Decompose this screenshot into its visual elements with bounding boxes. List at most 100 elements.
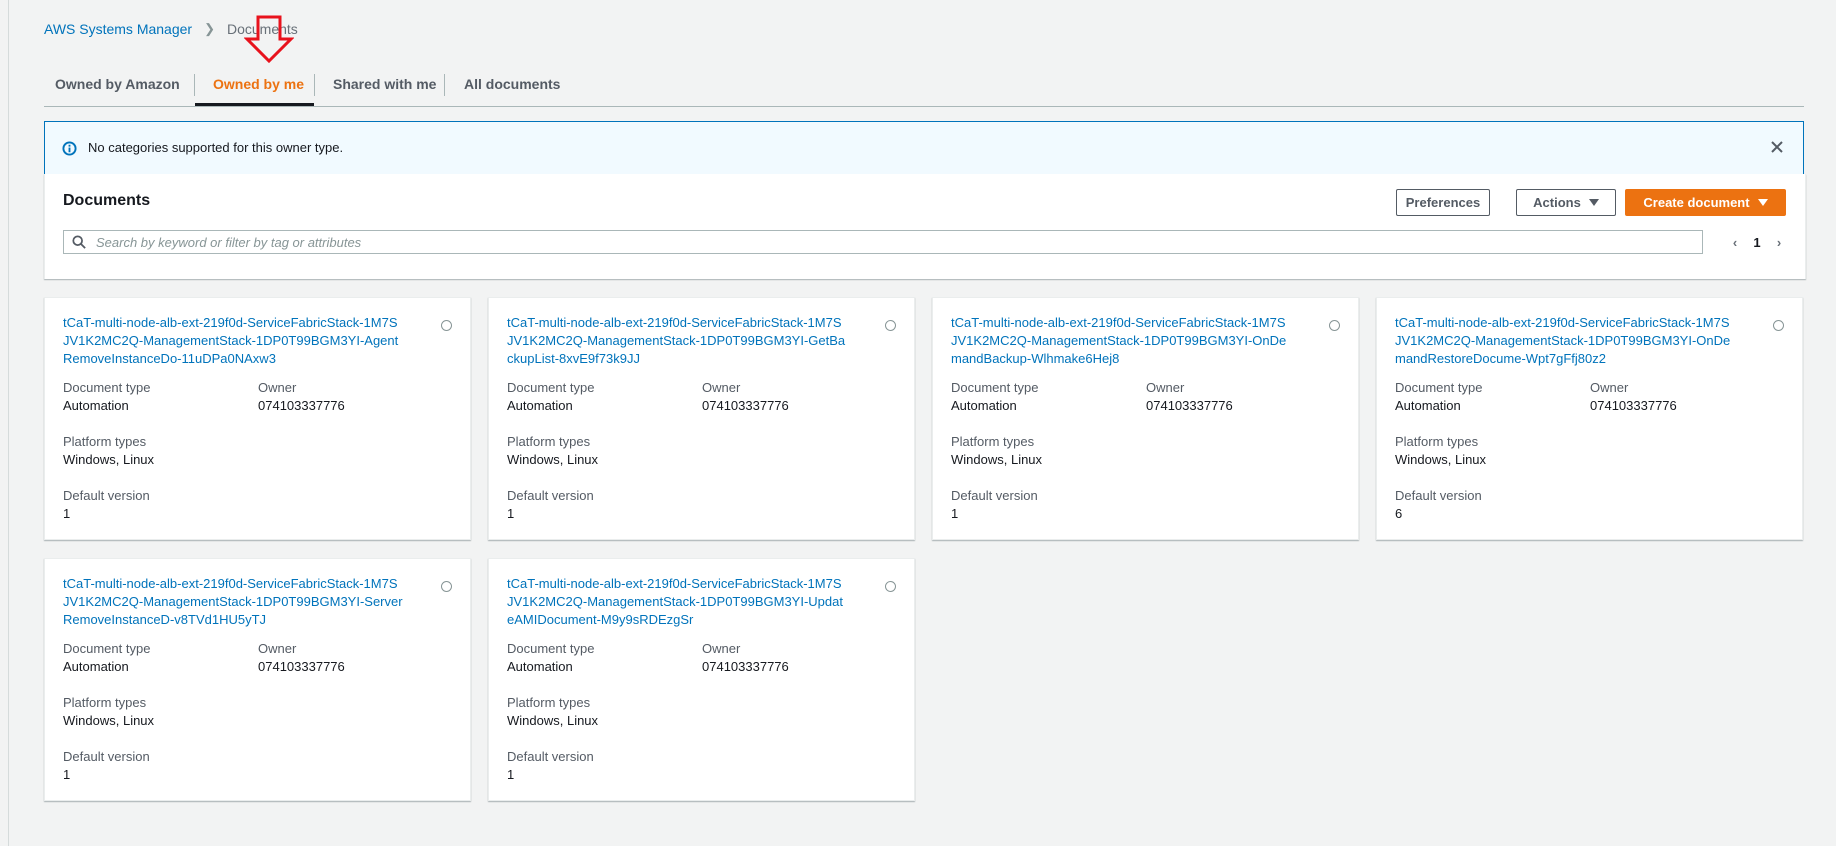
info-alert: No categories supported for this owner t… bbox=[44, 121, 1804, 176]
default-version-value: 1 bbox=[507, 767, 515, 782]
document-card: tCaT-multi-node-alb-ext-219f0d-ServiceFa… bbox=[932, 297, 1359, 540]
platform-types-value: Windows, Linux bbox=[63, 713, 155, 728]
default-version-value: 1 bbox=[63, 506, 71, 521]
info-icon bbox=[62, 141, 77, 156]
default-version-label: Default version bbox=[507, 488, 594, 503]
select-radio[interactable] bbox=[441, 581, 452, 592]
owner-value: 074103337776 bbox=[258, 398, 345, 413]
breadcrumb-separator-icon: ❯ bbox=[204, 21, 215, 36]
document-card: tCaT-multi-node-alb-ext-219f0d-ServiceFa… bbox=[1376, 297, 1803, 540]
platform-types-label: Platform types bbox=[63, 695, 147, 710]
alert-message: No categories supported for this owner t… bbox=[88, 140, 344, 155]
current-page[interactable]: 1 bbox=[1745, 235, 1769, 250]
documents-panel: Documents Preferences Actions Create doc… bbox=[44, 174, 1806, 279]
preferences-label: Preferences bbox=[1405, 195, 1481, 210]
select-radio[interactable] bbox=[441, 320, 452, 331]
platform-types-label: Platform types bbox=[951, 434, 1035, 449]
select-radio[interactable] bbox=[885, 581, 896, 592]
document-link[interactable]: tCaT-multi-node-alb-ext-219f0d-ServiceFa… bbox=[63, 314, 403, 368]
tab-divider bbox=[314, 74, 315, 96]
default-version-label: Default version bbox=[63, 488, 150, 503]
document-type-label: Document type bbox=[951, 380, 1039, 395]
preferences-button[interactable]: Preferences bbox=[1396, 189, 1490, 216]
owner-value: 074103337776 bbox=[1590, 398, 1677, 413]
default-version-value: 1 bbox=[507, 506, 515, 521]
actions-button[interactable]: Actions bbox=[1516, 189, 1616, 216]
document-link[interactable]: tCaT-multi-node-alb-ext-219f0d-ServiceFa… bbox=[507, 314, 847, 368]
owner-label: Owner bbox=[702, 380, 741, 395]
caret-down-icon bbox=[1757, 199, 1768, 206]
create-document-button[interactable]: Create document bbox=[1625, 189, 1786, 216]
panel-title: Documents bbox=[63, 192, 151, 209]
page-content: AWS Systems Manager ❯ Documents Owned by… bbox=[44, 0, 1806, 846]
document-type-value: Automation bbox=[1395, 398, 1461, 413]
breadcrumb-systems-manager[interactable]: AWS Systems Manager bbox=[44, 21, 192, 37]
select-radio[interactable] bbox=[1773, 320, 1784, 331]
tab-shared-with-me[interactable]: Shared with me bbox=[333, 62, 436, 105]
platform-types-value: Windows, Linux bbox=[951, 452, 1043, 467]
owner-label: Owner bbox=[1590, 380, 1629, 395]
platform-types-label: Platform types bbox=[507, 695, 591, 710]
tab-divider bbox=[194, 74, 195, 96]
owner-value: 074103337776 bbox=[702, 398, 789, 413]
default-version-value: 1 bbox=[951, 506, 959, 521]
document-type-label: Document type bbox=[507, 641, 595, 656]
close-icon[interactable] bbox=[1769, 139, 1785, 155]
document-type-label: Document type bbox=[507, 380, 595, 395]
document-type-value: Automation bbox=[63, 659, 129, 674]
select-radio[interactable] bbox=[1329, 320, 1340, 331]
document-link[interactable]: tCaT-multi-node-alb-ext-219f0d-ServiceFa… bbox=[1395, 314, 1735, 368]
document-link[interactable]: tCaT-multi-node-alb-ext-219f0d-ServiceFa… bbox=[951, 314, 1291, 368]
owner-value: 074103337776 bbox=[702, 659, 789, 674]
owner-value: 074103337776 bbox=[258, 659, 345, 674]
platform-types-value: Windows, Linux bbox=[507, 452, 599, 467]
default-version-value: 6 bbox=[1395, 506, 1403, 521]
pagination: ‹ 1 › bbox=[1725, 228, 1789, 256]
platform-types-label: Platform types bbox=[507, 434, 591, 449]
document-card: tCaT-multi-node-alb-ext-219f0d-ServiceFa… bbox=[488, 558, 915, 801]
default-version-label: Default version bbox=[507, 749, 594, 764]
document-type-label: Document type bbox=[63, 641, 151, 656]
create-document-label: Create document bbox=[1643, 195, 1750, 210]
previous-page-icon[interactable]: ‹ bbox=[1725, 235, 1745, 250]
owner-label: Owner bbox=[702, 641, 741, 656]
document-card: tCaT-multi-node-alb-ext-219f0d-ServiceFa… bbox=[488, 297, 915, 540]
platform-types-value: Windows, Linux bbox=[1395, 452, 1487, 467]
tab-all-documents[interactable]: All documents bbox=[464, 62, 560, 105]
tab-owned-by-amazon[interactable]: Owned by Amazon bbox=[55, 62, 180, 105]
next-page-icon[interactable]: › bbox=[1769, 235, 1789, 250]
platform-types-label: Platform types bbox=[1395, 434, 1479, 449]
platform-types-value: Windows, Linux bbox=[63, 452, 155, 467]
document-type-value: Automation bbox=[951, 398, 1017, 413]
search-input[interactable] bbox=[94, 233, 1678, 251]
caret-down-icon bbox=[1588, 199, 1599, 206]
owner-label: Owner bbox=[258, 380, 297, 395]
actions-label: Actions bbox=[1533, 195, 1581, 210]
search-icon bbox=[72, 235, 86, 249]
platform-types-value: Windows, Linux bbox=[507, 713, 599, 728]
tab-owned-by-me[interactable]: Owned by me bbox=[213, 62, 304, 105]
owner-label: Owner bbox=[1146, 380, 1185, 395]
document-type-value: Automation bbox=[63, 398, 129, 413]
document-card: tCaT-multi-node-alb-ext-219f0d-ServiceFa… bbox=[44, 558, 471, 801]
owner-tabs: Owned by Amazon Owned by me Shared with … bbox=[44, 62, 1804, 107]
document-type-label: Document type bbox=[1395, 380, 1483, 395]
owner-label: Owner bbox=[258, 641, 297, 656]
default-version-label: Default version bbox=[1395, 488, 1482, 503]
document-link[interactable]: tCaT-multi-node-alb-ext-219f0d-ServiceFa… bbox=[63, 575, 403, 629]
search-bar bbox=[63, 230, 1703, 254]
document-card: tCaT-multi-node-alb-ext-219f0d-ServiceFa… bbox=[44, 297, 471, 540]
select-radio[interactable] bbox=[885, 320, 896, 331]
default-version-label: Default version bbox=[63, 749, 150, 764]
left-divider bbox=[8, 0, 9, 846]
document-type-value: Automation bbox=[507, 659, 573, 674]
active-tab-indicator bbox=[195, 103, 314, 106]
platform-types-label: Platform types bbox=[63, 434, 147, 449]
default-version-value: 1 bbox=[63, 767, 71, 782]
document-link[interactable]: tCaT-multi-node-alb-ext-219f0d-ServiceFa… bbox=[507, 575, 847, 629]
default-version-label: Default version bbox=[951, 488, 1038, 503]
tab-divider bbox=[444, 74, 445, 96]
document-type-label: Document type bbox=[63, 380, 151, 395]
document-type-value: Automation bbox=[507, 398, 573, 413]
owner-value: 074103337776 bbox=[1146, 398, 1233, 413]
